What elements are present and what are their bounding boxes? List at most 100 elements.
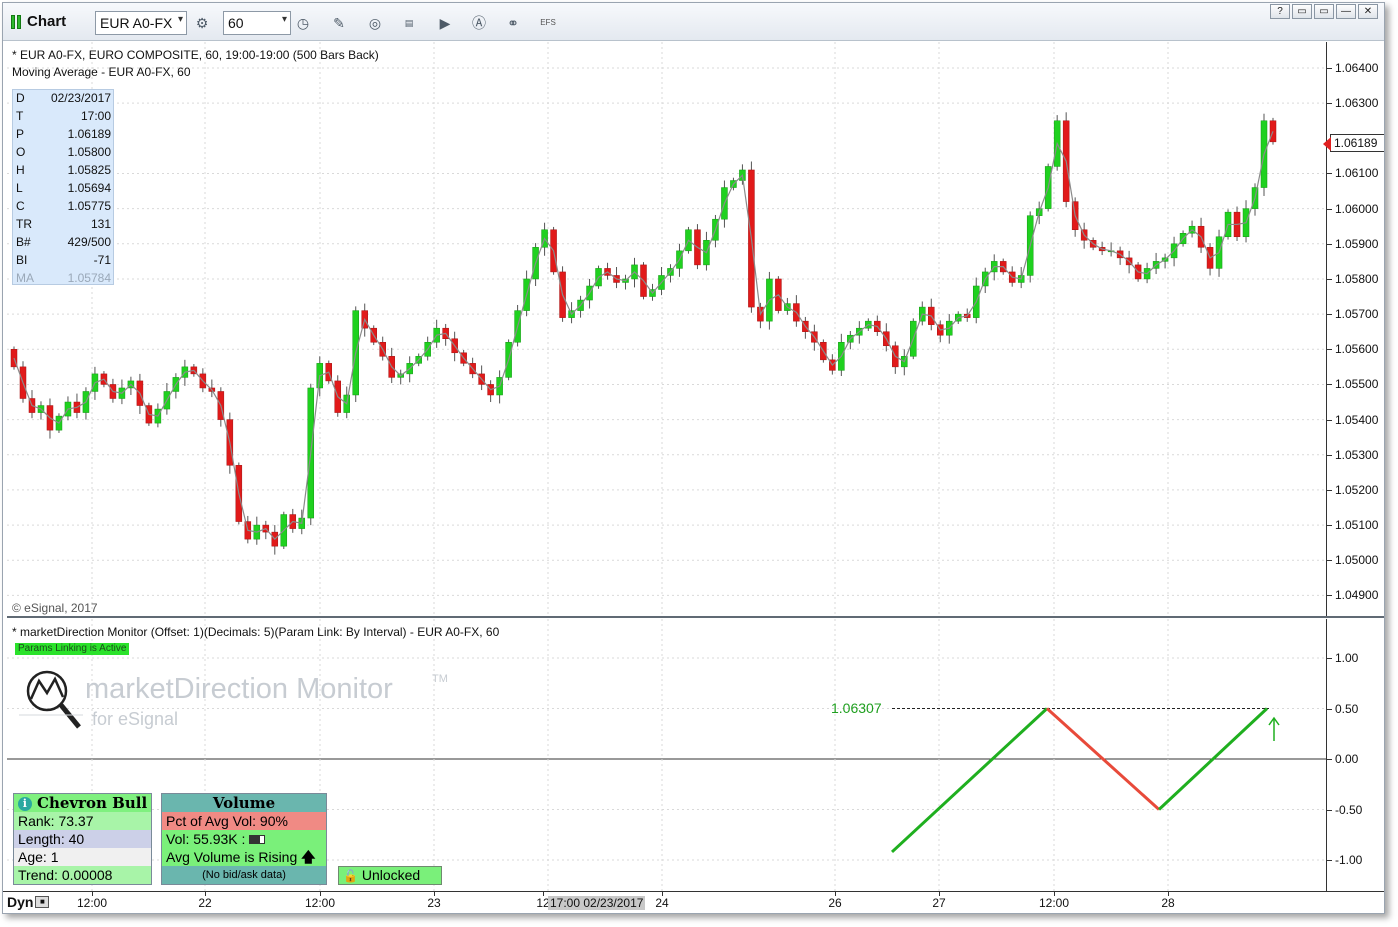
arrow-up-icon: 🡅 bbox=[301, 849, 316, 865]
chevron-down-icon[interactable]: ▾ bbox=[178, 14, 183, 25]
alert-icon[interactable]: Ⓐ bbox=[469, 13, 489, 33]
data-window-row: P 1.06189 bbox=[13, 126, 113, 144]
restore-button[interactable]: ▭ bbox=[1292, 4, 1312, 19]
price-axis-label: 1.05900 bbox=[1335, 236, 1379, 251]
get-icon[interactable]: ▤ bbox=[399, 13, 419, 33]
time-axis-label: 24 bbox=[655, 896, 669, 910]
price-axis-label: 1.04900 bbox=[1335, 588, 1379, 603]
unlocked-button[interactable]: 🔓 Unlocked bbox=[338, 866, 442, 885]
link-icon[interactable]: ⚭ bbox=[503, 13, 523, 33]
data-window-value: 02/23/2017 bbox=[50, 91, 111, 105]
chevron-trend: Trend: 0.00008 bbox=[14, 866, 151, 884]
chevron-header: i Chevron Bull bbox=[14, 794, 151, 812]
help-button[interactable]: ? bbox=[1270, 4, 1290, 19]
data-window-value: 1.05825 bbox=[67, 163, 111, 177]
chevron-length: Length: 40 bbox=[14, 830, 151, 848]
data-window-value: 1.05775 bbox=[67, 199, 111, 213]
axis-tick bbox=[1327, 419, 1332, 421]
price-axis-label: 1.05100 bbox=[1335, 518, 1379, 533]
clock-icon[interactable]: ◷ bbox=[293, 13, 313, 33]
symbol-input[interactable]: EUR A0-FX ▾ bbox=[95, 11, 187, 35]
chart-title: Chart bbox=[11, 13, 66, 30]
market-direction-logo-icon bbox=[19, 670, 83, 729]
dyn-button[interactable]: Dyn ■ bbox=[7, 894, 50, 910]
data-window-label: B# bbox=[16, 235, 31, 249]
chevron-panel: i Chevron Bull Rank: 73.37 Length: 40 Ag… bbox=[13, 793, 152, 885]
data-window-value: 1.05694 bbox=[67, 181, 111, 195]
axis-tick bbox=[1327, 759, 1332, 760]
unlocked-label: Unlocked bbox=[361, 867, 421, 883]
volume-panel: Volume Pct of Avg Vol: 90% Vol: 55.93K :… bbox=[161, 793, 327, 885]
pencil-icon[interactable]: ✎ bbox=[329, 13, 349, 33]
pane-separator[interactable] bbox=[7, 616, 1384, 618]
time-axis-label: 12:00 bbox=[76, 896, 108, 910]
price-chart[interactable] bbox=[7, 42, 1326, 616]
close-button[interactable]: ✕ bbox=[1358, 4, 1378, 19]
play-icon[interactable]: ▶ bbox=[435, 13, 455, 33]
axis-tick bbox=[1327, 173, 1332, 175]
current-price-value: 1.06189 bbox=[1334, 136, 1378, 150]
data-window-label: D bbox=[16, 91, 25, 105]
indicator-axis-label: 1.00 bbox=[1335, 651, 1359, 665]
price-axis-label: 1.06100 bbox=[1335, 166, 1379, 181]
axis-tick bbox=[1327, 349, 1332, 351]
axis-tick bbox=[1327, 489, 1332, 491]
price-axis-label: 1.05300 bbox=[1335, 447, 1379, 462]
price-pane-title: * EUR A0-FX, EURO COMPOSITE, 60, 19:00-1… bbox=[12, 48, 379, 62]
price-pointer-icon bbox=[1323, 137, 1331, 151]
cursor-time-label: 17:00 02/23/2017 bbox=[548, 896, 646, 910]
time-axis-label: 28 bbox=[1161, 896, 1175, 910]
volume-avg: Avg Volume is Rising bbox=[166, 849, 298, 865]
efs-icon[interactable]: EFS bbox=[538, 13, 558, 33]
price-pane[interactable]: * EUR A0-FX, EURO COMPOSITE, 60, 19:00-1… bbox=[7, 42, 1326, 616]
axis-tick bbox=[1327, 708, 1332, 710]
axis-tick bbox=[1327, 560, 1332, 562]
data-window-label: L bbox=[16, 181, 23, 195]
indicator-pane[interactable]: * marketDirection Monitor (Offset: 1)(De… bbox=[7, 619, 1326, 891]
price-axis-label: 1.06000 bbox=[1335, 201, 1379, 216]
chart-toolbar: Chart EUR A0-FX ▾ ⚙ 60 ▾ ◷ ✎ ◎ ▤ ▶ Ⓐ ⚭ E… bbox=[3, 3, 1384, 41]
camera-icon[interactable]: ■ bbox=[35, 896, 50, 908]
axis-tick bbox=[1327, 658, 1332, 659]
volume-avg-row: Avg Volume is Rising 🡅 bbox=[162, 848, 326, 866]
axis-tick bbox=[1327, 278, 1332, 280]
info-icon[interactable]: i bbox=[17, 797, 32, 811]
data-window-label: P bbox=[16, 127, 25, 141]
data-window-label: MA bbox=[16, 271, 34, 285]
dyn-label: Dyn bbox=[7, 894, 34, 910]
chart-line-icon[interactable]: ◎ bbox=[365, 13, 385, 33]
study-title: Moving Average - EUR A0-FX, 60 bbox=[12, 65, 191, 79]
symbol-value: EUR A0-FX bbox=[100, 15, 173, 31]
price-axis-label: 1.05500 bbox=[1335, 377, 1379, 392]
time-axis[interactable]: Dyn ■ 12:00 22 12:00 23 12 24 26 27 12:00 28 17:00… bbox=[3, 891, 1384, 913]
maximize-button[interactable]: ▭ bbox=[1314, 4, 1334, 19]
data-window-row: L 1.05694 bbox=[13, 180, 113, 198]
chevron-title: Chevron Bull bbox=[37, 794, 148, 812]
price-axis-label: 1.05000 bbox=[1335, 553, 1379, 568]
indicator-title: * marketDirection Monitor (Offset: 1)(De… bbox=[12, 625, 500, 639]
data-window-label: T bbox=[16, 109, 24, 123]
chevron-down-icon[interactable]: ▾ bbox=[282, 14, 287, 25]
volume-title: Volume bbox=[162, 794, 326, 812]
interval-input[interactable]: 60 ▾ bbox=[223, 11, 291, 35]
price-axis-label: 1.05800 bbox=[1335, 271, 1379, 286]
data-window-row: MA 1.05784 bbox=[13, 270, 113, 288]
level-label: 1.06307 bbox=[831, 700, 882, 716]
indicator-axis-label: 0.50 bbox=[1335, 701, 1359, 716]
indicator-axis[interactable]: 1.00 0.50 0.00 -0.50 -1.00 bbox=[1326, 619, 1384, 891]
price-axis-label: 1.06300 bbox=[1335, 96, 1379, 111]
axis-tick bbox=[1327, 314, 1332, 316]
params-linking-badge: Params Linking is Active bbox=[15, 643, 130, 655]
data-window-label: O bbox=[16, 145, 26, 159]
data-window-label: C bbox=[16, 199, 25, 213]
minimize-button[interactable]: — bbox=[1336, 4, 1356, 19]
data-window-row: T 17:00 bbox=[13, 108, 113, 126]
data-window-label: TR bbox=[16, 217, 32, 231]
time-axis-label: 23 bbox=[427, 896, 441, 910]
axis-tick bbox=[1327, 103, 1332, 105]
price-axis[interactable]: 1.06400 1.06300 1.06100 1.06000 1.05900 1.058… bbox=[1323, 42, 1384, 616]
axis-tick bbox=[1327, 860, 1332, 861]
interval-value: 60 bbox=[228, 15, 244, 31]
settings-icon[interactable]: ⚙ bbox=[192, 13, 212, 33]
data-window-value: 1.05800 bbox=[67, 145, 111, 159]
